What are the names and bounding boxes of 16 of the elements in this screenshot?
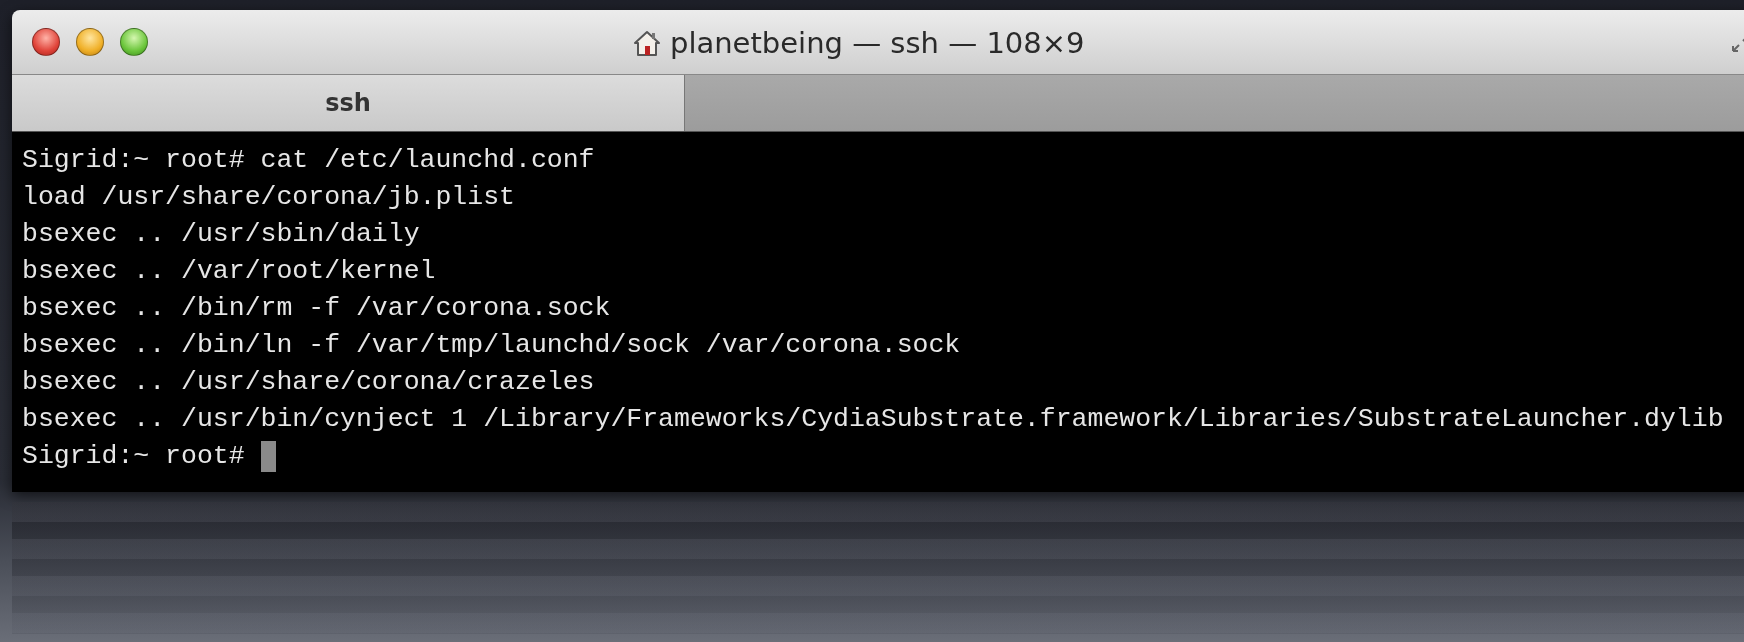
terminal-line: bsexec .. /bin/rm -f /var/corona.sock bbox=[22, 292, 611, 325]
terminal-line: Sigrid:~ root# cat /etc/launchd.conf bbox=[22, 144, 595, 177]
minimize-button[interactable] bbox=[76, 28, 104, 56]
terminal-line: bsexec .. /usr/bin/cynject 1 /Library/Frameworks/CydiaSubstrate.framework/Libraries/SubstrateLauncher.dylib bbox=[22, 403, 1724, 436]
tab[interactable]: ssh bbox=[12, 75, 685, 131]
text-cursor bbox=[260, 441, 276, 472]
terminal-line: bsexec .. /usr/share/corona/crazeles bbox=[22, 366, 595, 399]
terminal-line: bsexec .. /var/root/kernel bbox=[22, 255, 436, 288]
terminal-line: load /usr/share/corona/jb.plist bbox=[22, 181, 515, 214]
terminal-line: Sigrid:~ root# bbox=[22, 440, 246, 473]
terminal-line: bsexec .. /usr/sbin/daily bbox=[22, 218, 420, 251]
house-icon bbox=[632, 28, 662, 58]
window-title: planetbeing — ssh — 108×9 bbox=[670, 26, 1085, 60]
terminal-line: bsexec .. /bin/ln -f /var/tmp/launchd/sock /var/corona.sock bbox=[22, 329, 961, 362]
zoom-button[interactable] bbox=[120, 28, 148, 56]
close-button[interactable] bbox=[32, 28, 60, 56]
